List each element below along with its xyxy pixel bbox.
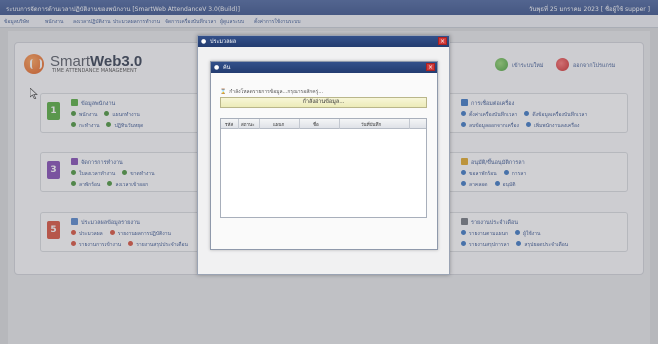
search-icon: ● bbox=[201, 38, 207, 45]
search-icon: ● bbox=[214, 64, 220, 71]
close-icon[interactable]: × bbox=[426, 63, 435, 71]
processing-dialog-titlebar[interactable]: ● ประมวลผล × bbox=[198, 36, 449, 47]
hourglass-icon: ⌛ bbox=[220, 89, 227, 95]
loading-message: ⌛ กำลังโหลดรายการข้อมูล...กรุณารอสักครู่.… bbox=[220, 88, 323, 96]
search-dialog-titlebar[interactable]: ● ค้น × bbox=[211, 62, 437, 73]
column-divider bbox=[259, 119, 260, 129]
column-divider bbox=[409, 119, 410, 129]
column-header-status[interactable]: สถานะ bbox=[241, 121, 255, 128]
column-header-name[interactable]: ชื่อ bbox=[313, 121, 319, 128]
loading-progress-bar: กำลังอ่านข้อมูล... bbox=[220, 97, 427, 108]
loading-text: กำลังโหลดรายการข้อมูล...กรุณารอสักครู่..… bbox=[229, 89, 324, 95]
column-divider bbox=[339, 119, 340, 129]
results-table[interactable]: รหัส สถานะ แผนก ชื่อ วันที่บันทึก bbox=[220, 118, 427, 218]
column-divider bbox=[299, 119, 300, 129]
column-divider bbox=[238, 119, 239, 129]
processing-dialog-title: ประมวลผล bbox=[210, 39, 237, 45]
close-icon[interactable]: × bbox=[438, 37, 447, 45]
search-dialog-title: ค้น bbox=[223, 65, 231, 71]
column-header-id[interactable]: รหัส bbox=[225, 121, 233, 128]
column-header-department[interactable]: แผนก bbox=[273, 121, 284, 128]
table-header: รหัส สถานะ แผนก ชื่อ วันที่บันทึก bbox=[221, 119, 426, 129]
column-header-date[interactable]: วันที่บันทึก bbox=[361, 121, 381, 128]
